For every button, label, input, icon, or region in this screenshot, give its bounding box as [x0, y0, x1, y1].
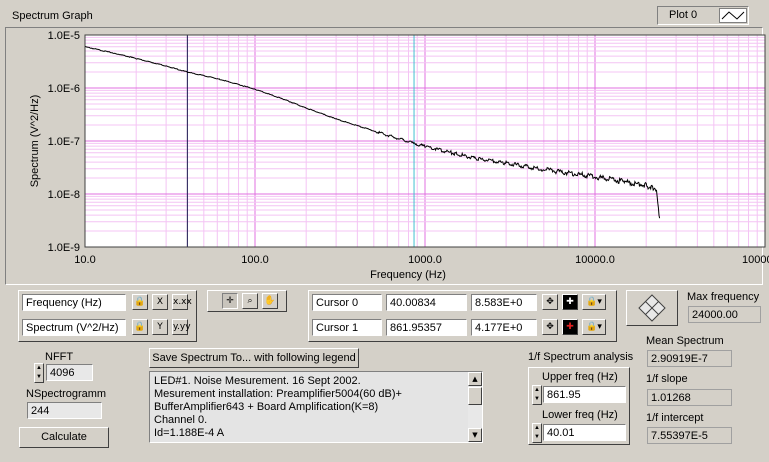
max-frequency-value: 24000.00	[688, 306, 761, 323]
axes-palette: Frequency (Hz) 🔒 X x.xx Spectrum (V^2/Hz…	[18, 290, 197, 342]
cursor-palette: Cursor 0 40.00834 8.583E+0 ✥ ✚ 🔒▾ Cursor…	[308, 290, 617, 342]
nfft-value[interactable]: 4096	[46, 364, 93, 381]
y-lock-icon[interactable]: 🔒	[132, 319, 148, 335]
cursor-0-lock-icon[interactable]: 🔒▾	[582, 294, 606, 310]
pan-tool-icon[interactable]: ✋	[262, 293, 278, 309]
x-autoscale-icon[interactable]: X	[152, 294, 168, 310]
y-axis-label: Spectrum (V^2/Hz)	[29, 95, 41, 188]
y-format-icon[interactable]: y.yy	[172, 319, 191, 335]
x-tick-label: 10.0	[74, 254, 95, 266]
cursor-move-tool-icon[interactable]: ✛	[222, 293, 238, 309]
legend-line: LED#1. Noise Mesurement. 16 Sept 2002.	[154, 375, 361, 387]
analysis-panel: Upper freq (Hz) ▲ ▼ 861.95 Lower freq (Hz…	[528, 367, 630, 445]
cursor-1-style-icon[interactable]: ✚	[562, 319, 578, 335]
upper-freq-input[interactable]: 861.95	[543, 386, 626, 403]
intercept-label: 1/f intercept	[646, 412, 704, 424]
x-axis-name-field[interactable]: Frequency (Hz)	[22, 294, 126, 311]
cursor-0-style-icon[interactable]: ✚	[562, 294, 578, 310]
cursor-1-x[interactable]: 861.95357	[386, 319, 467, 336]
y-tick-label: 1.0E-9	[48, 242, 80, 254]
slope-value: 1.01268	[647, 389, 732, 406]
diamond-arrows-icon	[638, 294, 666, 322]
lower-freq-input[interactable]: 40.01	[543, 424, 626, 441]
nspectrogramm-label: NSpectrogramm	[26, 388, 107, 400]
graph-palette: ✛ ⌕ ✋	[207, 290, 287, 312]
upper-freq-spinner[interactable]: ▲ ▼	[532, 385, 542, 405]
upper-freq-label: Upper freq (Hz)	[542, 371, 618, 383]
x-tick-labels: 10.0 100.0 1000.0 10000.0 100000.0	[74, 254, 769, 266]
lower-freq-spinner[interactable]: ▲ ▼	[532, 423, 542, 443]
cursor-0-y[interactable]: 8.583E+0	[471, 294, 537, 311]
cursor-1-move-icon[interactable]: ✥	[542, 319, 558, 335]
legend-line: Id=1.188E-4 A	[154, 427, 225, 439]
legend-scrollbar[interactable]: ▲ ▼	[468, 372, 482, 442]
mean-spectrum-value: 2.90919E-7	[647, 350, 732, 367]
lower-freq-label: Lower freq (Hz)	[542, 409, 618, 421]
cursor-0-name[interactable]: Cursor 0	[312, 294, 382, 311]
y-tick-label: 1.0E-5	[48, 30, 80, 42]
cursor-0-x[interactable]: 40.00834	[386, 294, 467, 311]
zoom-tool-icon[interactable]: ⌕	[242, 293, 258, 309]
x-tick-label: 100.0	[241, 254, 269, 266]
y-axis-name-field[interactable]: Spectrum (V^2/Hz)	[22, 319, 126, 336]
slope-label: 1/f slope	[646, 373, 688, 385]
cursor-0-move-icon[interactable]: ✥	[542, 294, 558, 310]
x-axis-label: Frequency (Hz)	[370, 269, 446, 281]
x-tick-label: 100000.0	[742, 254, 769, 266]
legend-textarea[interactable]: LED#1. Noise Mesurement. 16 Sept 2002. Me…	[149, 371, 483, 443]
y-autoscale-icon[interactable]: Y	[152, 319, 168, 335]
calculate-button[interactable]: Calculate	[19, 427, 109, 448]
legend-line: BufferAmplifier643 + Board Amplification…	[154, 401, 379, 413]
scroll-thumb[interactable]	[468, 387, 482, 405]
save-spectrum-button[interactable]: Save Spectrum To... with following legen…	[149, 348, 359, 368]
x-lock-icon[interactable]: 🔒	[132, 294, 148, 310]
scroll-up-icon[interactable]: ▲	[468, 372, 482, 386]
nfft-spinner[interactable]: ▲ ▼	[34, 363, 44, 383]
legend-text: LED#1. Noise Mesurement. 16 Sept 2002. Me…	[154, 375, 466, 440]
scroll-down-icon[interactable]: ▼	[468, 428, 482, 442]
nfft-label: NFFT	[45, 351, 74, 363]
mean-spectrum-label: Mean Spectrum	[646, 335, 724, 347]
x-format-icon[interactable]: x.xx	[172, 294, 192, 310]
y-tick-label: 1.0E-7	[48, 136, 80, 148]
y-tick-labels: 1.0E-5 1.0E-6 1.0E-7 1.0E-8 1.0E-9	[48, 30, 80, 254]
legend-line: Mesurement installation: Preamplifier500…	[154, 388, 402, 400]
cursor-1-lock-icon[interactable]: 🔒▾	[582, 319, 606, 335]
legend-line: Channel 0.	[154, 414, 208, 426]
y-tick-label: 1.0E-8	[48, 189, 80, 201]
y-tick-label: 1.0E-6	[48, 83, 80, 95]
cursor-diamond-button[interactable]	[626, 290, 678, 326]
x-tick-label: 1000.0	[408, 254, 442, 266]
x-tick-label: 10000.0	[575, 254, 615, 266]
nspectrogramm-value: 244	[27, 402, 102, 419]
intercept-value: 7.55397E-5	[647, 427, 732, 444]
max-frequency-label: Max frequency	[687, 291, 760, 303]
cursor-1-y[interactable]: 4.177E+0	[471, 319, 537, 336]
cursor-1-name[interactable]: Cursor 1	[312, 319, 382, 336]
spectrum-graph[interactable]: 10.0100.01000.010000.0100000.0 1.0E-51.0…	[0, 0, 769, 290]
analysis-title: 1/f Spectrum analysis	[528, 351, 634, 363]
